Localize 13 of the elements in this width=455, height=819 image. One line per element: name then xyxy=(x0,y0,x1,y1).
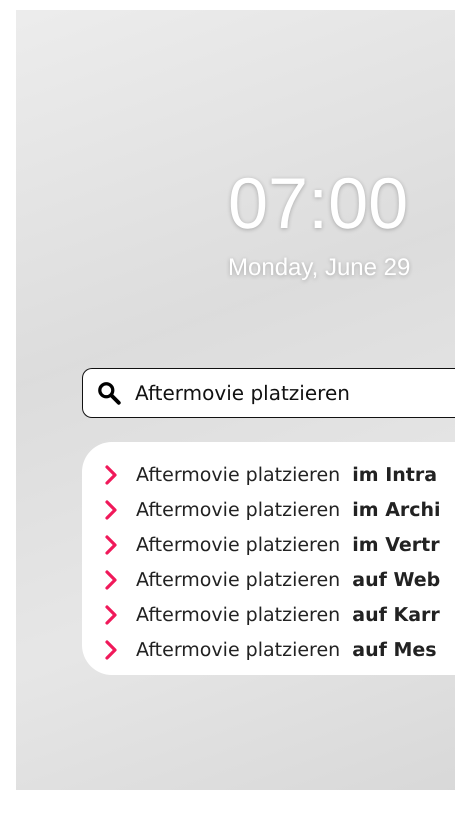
suggestion-item[interactable]: Aftermovie platzieren auf Karr xyxy=(136,604,440,626)
chevron-icon xyxy=(104,604,118,626)
suggestion-item[interactable]: Aftermovie platzieren im Vertr xyxy=(136,534,440,556)
suggestion-item[interactable]: Aftermovie platzieren auf Web xyxy=(136,569,440,592)
chevron-icon xyxy=(104,534,118,556)
chevron-icon xyxy=(104,499,118,522)
chevron-icon xyxy=(104,639,118,662)
search-field[interactable]: Aftermovie platzieren xyxy=(82,368,455,418)
chevron-icon xyxy=(104,464,118,486)
suggestion-item[interactable]: Aftermovie platzieren auf Mes xyxy=(136,639,437,662)
suggestion-item[interactable]: Aftermovie platzieren im Intra xyxy=(136,464,438,486)
chevron-icon xyxy=(104,569,118,592)
suggestion-item[interactable]: Aftermovie platzieren im Archi xyxy=(136,499,441,522)
